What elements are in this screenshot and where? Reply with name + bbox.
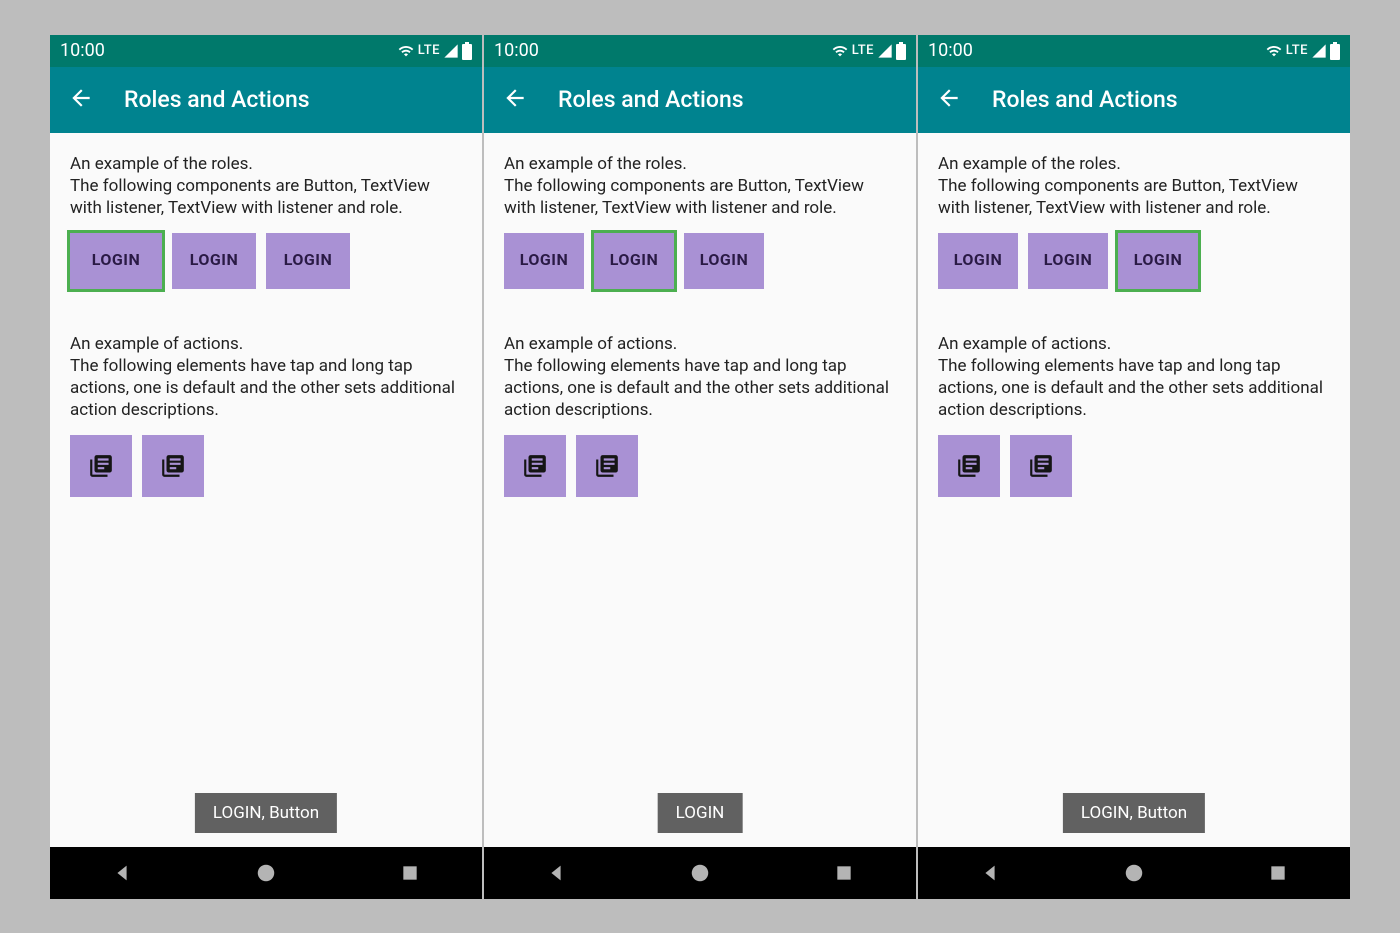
network-label: LTE (418, 43, 440, 58)
login-button-3[interactable]: LOGIN (266, 233, 350, 289)
action-button-2[interactable] (1010, 435, 1072, 497)
content-area: An example of the roles. The following c… (484, 133, 916, 847)
app-bar: Roles and Actions (918, 67, 1350, 133)
library-books-icon (88, 453, 114, 479)
wifi-icon (1265, 43, 1283, 59)
action-button-2[interactable] (576, 435, 638, 497)
nav-recent-icon[interactable] (397, 860, 423, 886)
login-button-2[interactable]: LOGIN (594, 233, 674, 289)
page-title: Roles and Actions (992, 86, 1178, 113)
library-books-icon (160, 453, 186, 479)
roles-heading: An example of the roles. (504, 153, 896, 175)
action-button-2[interactable] (142, 435, 204, 497)
nav-bar (918, 847, 1350, 899)
roles-description: The following components are Button, Tex… (504, 175, 896, 219)
nav-recent-icon[interactable] (831, 860, 857, 886)
nav-home-icon[interactable] (1121, 860, 1147, 886)
login-button-row: LOGIN LOGIN LOGIN (70, 233, 462, 289)
action-button-1[interactable] (70, 435, 132, 497)
signal-icon (877, 43, 893, 59)
screenshot-row: 10:00 LTE Roles and Actions An example o… (50, 35, 1350, 899)
login-button-2[interactable]: LOGIN (1028, 233, 1108, 289)
login-button-2[interactable]: LOGIN (172, 233, 256, 289)
action-button-row (504, 435, 896, 497)
actions-description: The following elements have tap and long… (504, 355, 896, 421)
nav-home-icon[interactable] (687, 860, 713, 886)
network-label: LTE (852, 43, 874, 58)
nav-recent-icon[interactable] (1265, 860, 1291, 886)
wifi-icon (831, 43, 849, 59)
library-books-icon (1028, 453, 1054, 479)
back-icon[interactable] (936, 85, 962, 115)
login-button-row: LOGIN LOGIN LOGIN (938, 233, 1330, 289)
roles-heading: An example of the roles. (938, 153, 1330, 175)
battery-icon (462, 42, 472, 60)
actions-section: An example of actions. The following ele… (938, 333, 1330, 497)
roles-heading: An example of the roles. (70, 153, 462, 175)
phone-screen-1: 10:00 LTE Roles and Actions An example o… (50, 35, 482, 899)
nav-back-icon[interactable] (977, 860, 1003, 886)
login-button-3[interactable]: LOGIN (1118, 233, 1198, 289)
status-icons: LTE (831, 42, 906, 60)
clock: 10:00 (60, 40, 105, 61)
toast: LOGIN, Button (195, 793, 337, 833)
roles-description: The following components are Button, Tex… (938, 175, 1330, 219)
roles-description: The following components are Button, Tex… (70, 175, 462, 219)
status-icons: LTE (1265, 42, 1340, 60)
phone-screen-2: 10:00 LTE Roles and Actions An example o… (484, 35, 916, 899)
actions-heading: An example of actions. (504, 333, 896, 355)
signal-icon (443, 43, 459, 59)
toast: LOGIN, Button (1063, 793, 1205, 833)
back-icon[interactable] (502, 85, 528, 115)
phone-screen-3: 10:00 LTE Roles and Actions An example o… (918, 35, 1350, 899)
app-bar: Roles and Actions (484, 67, 916, 133)
page-title: Roles and Actions (558, 86, 744, 113)
library-books-icon (956, 453, 982, 479)
wifi-icon (397, 43, 415, 59)
nav-bar (484, 847, 916, 899)
app-bar: Roles and Actions (50, 67, 482, 133)
action-button-1[interactable] (504, 435, 566, 497)
nav-home-icon[interactable] (253, 860, 279, 886)
signal-icon (1311, 43, 1327, 59)
page-title: Roles and Actions (124, 86, 310, 113)
status-bar: 10:00 LTE (50, 35, 482, 67)
action-button-row (938, 435, 1330, 497)
toast: LOGIN (658, 793, 743, 833)
actions-section: An example of actions. The following ele… (504, 333, 896, 497)
actions-heading: An example of actions. (70, 333, 462, 355)
actions-section: An example of actions. The following ele… (70, 333, 462, 497)
back-icon[interactable] (68, 85, 94, 115)
battery-icon (1330, 42, 1340, 60)
action-button-1[interactable] (938, 435, 1000, 497)
content-area: An example of the roles. The following c… (50, 133, 482, 847)
actions-heading: An example of actions. (938, 333, 1330, 355)
action-button-row (70, 435, 462, 497)
login-button-1[interactable]: LOGIN (504, 233, 584, 289)
login-button-1[interactable]: LOGIN (70, 233, 162, 289)
status-bar: 10:00 LTE (484, 35, 916, 67)
login-button-row: LOGIN LOGIN LOGIN (504, 233, 896, 289)
actions-description: The following elements have tap and long… (70, 355, 462, 421)
clock: 10:00 (494, 40, 539, 61)
clock: 10:00 (928, 40, 973, 61)
content-area: An example of the roles. The following c… (918, 133, 1350, 847)
library-books-icon (594, 453, 620, 479)
library-books-icon (522, 453, 548, 479)
actions-description: The following elements have tap and long… (938, 355, 1330, 421)
login-button-3[interactable]: LOGIN (684, 233, 764, 289)
battery-icon (896, 42, 906, 60)
status-icons: LTE (397, 42, 472, 60)
nav-back-icon[interactable] (543, 860, 569, 886)
network-label: LTE (1286, 43, 1308, 58)
nav-back-icon[interactable] (109, 860, 135, 886)
login-button-1[interactable]: LOGIN (938, 233, 1018, 289)
status-bar: 10:00 LTE (918, 35, 1350, 67)
nav-bar (50, 847, 482, 899)
